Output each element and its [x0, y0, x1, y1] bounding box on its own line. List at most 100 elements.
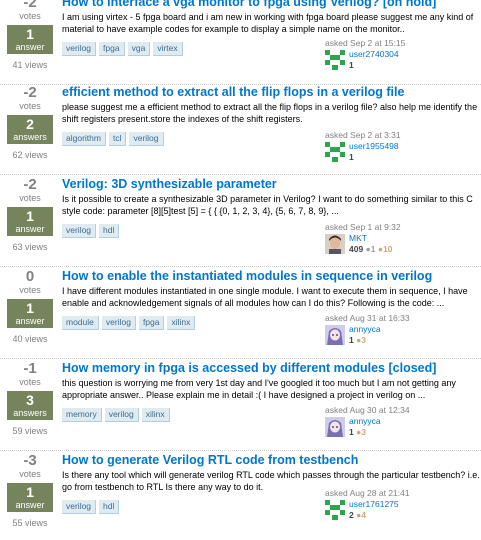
question-owner: asked Aug 30 at 12:34 annyyca 1 ●3 [325, 405, 475, 437]
answer-count-box: 1 answer [7, 299, 53, 328]
tag-xilinx[interactable]: xilinx [167, 316, 196, 330]
answers-label: answer [15, 500, 45, 510]
question-excerpt: Is it possible to create a synthesizable… [62, 194, 473, 216]
answer-count-box: 2 answers [7, 115, 53, 144]
question-excerpt: I am using virtex - 5 fpga board and i a… [62, 12, 474, 34]
vote-count: -2 [23, 176, 37, 193]
vote-count: -2 [23, 0, 37, 11]
question-excerpt: please suggest me a efficient method to … [62, 102, 478, 124]
user-avatar-anime[interactable] [325, 325, 345, 345]
votes-label: votes [19, 11, 41, 21]
view-count: 63 views [12, 242, 48, 252]
question-excerpt: I have different modules instantiated in… [62, 286, 468, 308]
user-name-link[interactable]: annyyca [349, 416, 381, 426]
votes-label: votes [19, 469, 41, 479]
tag-xilinx[interactable]: xilinx [141, 408, 170, 422]
tag-vga[interactable]: vga [127, 42, 151, 56]
votes-label: votes [19, 101, 41, 111]
tag-tcl[interactable]: tcl [108, 132, 127, 146]
user-name-link[interactable]: annyyca [349, 324, 381, 334]
user-avatar-anime[interactable] [325, 417, 345, 437]
user-name-link[interactable]: user2740304 [349, 49, 399, 59]
bronze-badge-count: ●4 [356, 510, 366, 520]
question-stats: 0 votes 1 answer 40 views [5, 269, 55, 344]
user-name-link[interactable]: MKT [349, 233, 367, 243]
question-stats: -3 votes 1 answer 55 views [5, 453, 55, 528]
user-avatar-photo[interactable] [325, 234, 345, 254]
asked-timestamp: asked Sep 2 at 15:15 [325, 38, 406, 48]
asked-timestamp: asked Sep 2 at 3:31 [325, 130, 401, 140]
question-summary: 0 votes 1 answer 40 views How to enable … [0, 269, 481, 359]
tag-memory[interactable]: memory [62, 408, 102, 422]
question-owner: asked Aug 31 at 16:33 annyyca 1 ●3 [325, 313, 475, 345]
question-stats: -2 votes 1 answer 63 views [5, 177, 55, 252]
answer-count-box: 1 answer [7, 25, 53, 54]
user-avatar-identicon-green[interactable] [325, 50, 345, 70]
user-name-link[interactable]: user1955498 [349, 141, 399, 151]
tag-fpga[interactable]: fpga [99, 42, 125, 56]
answer-count: 1 [26, 484, 34, 500]
question-stats: -1 votes 3 answers 59 views [5, 361, 55, 436]
reputation-score: 409 [349, 244, 364, 254]
question-summary: -2 votes 2 answers 62 views efficient me… [0, 85, 481, 175]
vote-count: 0 [25, 268, 35, 285]
answers-label: answers [13, 408, 47, 418]
question-owner: asked Sep 2 at 15:15 user2740304 1 [325, 38, 475, 70]
vote-count: -3 [23, 452, 37, 469]
question-title-link[interactable]: How to enable the instantiated modules i… [62, 269, 480, 284]
question-title-link[interactable]: How to generate Verilog RTL code from te… [62, 453, 480, 468]
reputation-score: 1 [349, 60, 354, 70]
answer-count-box: 1 answer [7, 483, 53, 512]
question-title-link[interactable]: How to interface a vga monitor to fpga u… [62, 0, 480, 10]
asked-timestamp: asked Aug 28 at 21:41 [325, 488, 410, 498]
tag-verilog[interactable]: verilog [101, 316, 136, 330]
tag-hdl[interactable]: hdl [99, 224, 120, 238]
answers-label: answer [15, 224, 45, 234]
question-title-link[interactable]: How memory in fpga is accessed by differ… [62, 361, 480, 376]
question-summary: -2 votes 1 answer 63 views Verilog: 3D s… [0, 177, 481, 267]
user-reputation: 1 ●3 [349, 427, 366, 437]
votes-label: votes [19, 285, 41, 295]
tag-verilog[interactable]: verilog [62, 224, 97, 238]
user-name-link[interactable]: user1761275 [349, 499, 399, 509]
user-avatar-identicon-green[interactable] [325, 500, 345, 520]
user-reputation: 1 [349, 60, 354, 70]
tag-fpga[interactable]: fpga [138, 316, 165, 330]
tag-verilog[interactable]: verilog [104, 408, 139, 422]
user-avatar-identicon-green[interactable] [325, 142, 345, 162]
answers-label: answers [13, 132, 47, 142]
view-count: 55 views [12, 518, 48, 528]
tag-verilog[interactable]: verilog [129, 132, 164, 146]
reputation-score: 2 [349, 510, 354, 520]
asked-timestamp: asked Aug 31 at 16:33 [325, 313, 410, 323]
question-summary: -2 votes 1 answer 41 views How to interf… [0, 0, 481, 85]
answer-count: 1 [26, 26, 34, 42]
tag-verilog[interactable]: verilog [62, 500, 97, 514]
question-summary: -1 votes 3 answers 59 views How memory i… [0, 361, 481, 451]
tag-virtex[interactable]: virtex [153, 42, 183, 56]
question-owner: asked Sep 1 at 9:32 MKT 409 ●1 ●10 [325, 222, 475, 254]
answer-count-box: 1 answer [7, 207, 53, 236]
view-count: 41 views [12, 60, 48, 70]
reputation-score: 1 [349, 427, 354, 437]
view-count: 59 views [12, 426, 48, 436]
question-title-link[interactable]: efficient method to extract all the flip… [62, 85, 480, 100]
vote-count: -1 [23, 360, 37, 377]
asked-timestamp: asked Aug 30 at 12:34 [325, 405, 410, 415]
user-reputation: 2 ●4 [349, 510, 366, 520]
question-summary: -3 votes 1 answer 55 views How to genera… [0, 453, 481, 540]
user-reputation: 409 ●1 ●10 [349, 244, 392, 254]
question-title-link[interactable]: Verilog: 3D synthesizable parameter [62, 177, 480, 192]
tag-algorithm[interactable]: algorithm [62, 132, 106, 146]
asked-timestamp: asked Sep 1 at 9:32 [325, 222, 401, 232]
tag-hdl[interactable]: hdl [99, 500, 120, 514]
user-reputation: 1 ●3 [349, 335, 366, 345]
answer-count: 2 [26, 116, 34, 132]
tag-module[interactable]: module [62, 316, 99, 330]
user-reputation: 1 [349, 152, 354, 162]
answer-count: 3 [26, 392, 34, 408]
reputation-score: 1 [349, 152, 354, 162]
bronze-badge-count: ●10 [377, 244, 393, 254]
tag-verilog[interactable]: verilog [62, 42, 97, 56]
votes-label: votes [19, 377, 41, 387]
